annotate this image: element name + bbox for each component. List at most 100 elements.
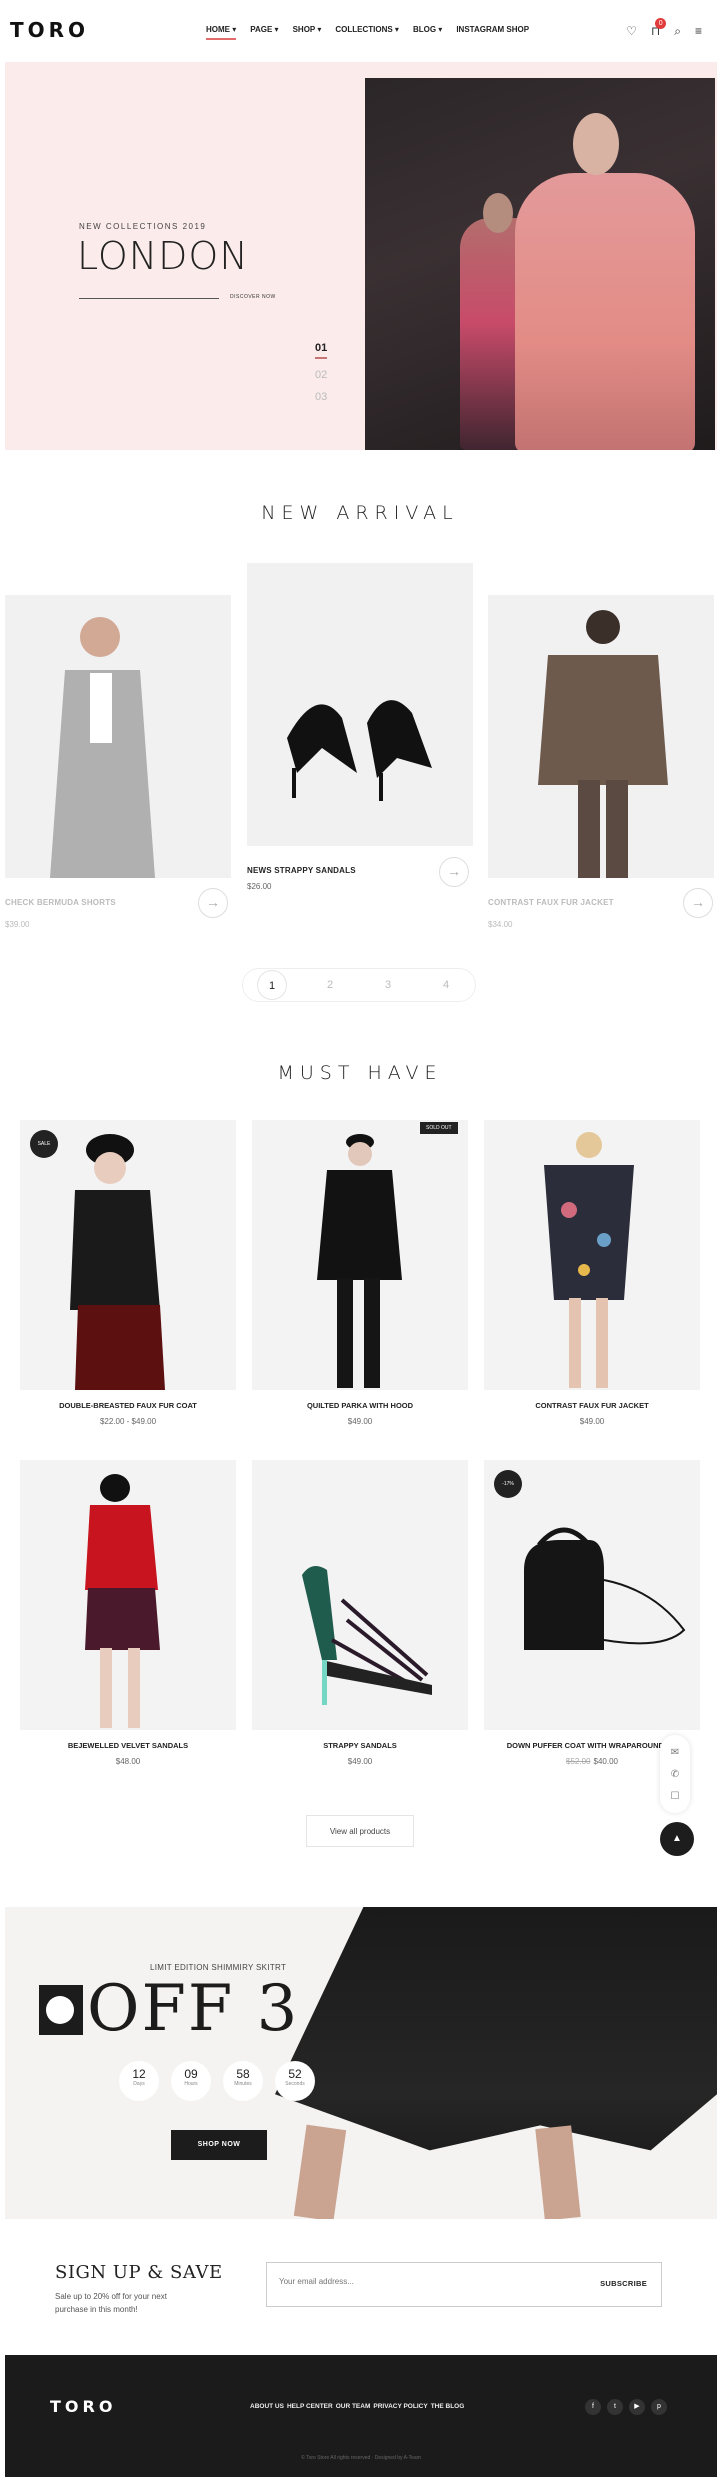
new-arrival-title: NEW ARRIVAL xyxy=(261,502,459,524)
footer-link-blog[interactable]: THE BLOG xyxy=(431,2403,465,2410)
arrow-right-icon[interactable]: → xyxy=(683,888,713,918)
product-image[interactable] xyxy=(488,595,714,878)
social-links: f t ▶ p xyxy=(585,2399,667,2415)
phone-icon[interactable]: ✆ xyxy=(671,1769,679,1780)
newsletter-form: SUBSCRIBE xyxy=(266,2262,662,2307)
product-name[interactable]: CONTRAST FAUX FUR JACKET xyxy=(484,1401,700,1410)
discount-badge: -17% xyxy=(494,1470,522,1498)
product-image[interactable] xyxy=(252,1120,468,1390)
arrow-right-icon[interactable]: → xyxy=(439,857,469,887)
cart-count-badge: 0 xyxy=(655,18,667,29)
page-3[interactable]: 3 xyxy=(373,970,403,1000)
menu-icon[interactable]: ≡ xyxy=(695,24,702,39)
footer-links: ABOUT US HELP CENTER OUR TEAM PRIVACY PO… xyxy=(250,2403,464,2410)
nav-instagram-shop[interactable]: INSTAGRAM SHOP xyxy=(456,25,529,40)
slide-indicator-2[interactable]: 02 xyxy=(315,369,327,381)
old-price: $52.00 xyxy=(566,1757,591,1766)
product-name[interactable]: DOUBLE-BREASTED FAUX FUR COAT xyxy=(20,1401,236,1410)
page-1[interactable]: 1 xyxy=(257,970,287,1000)
nav-page[interactable]: PAGE ▾ xyxy=(250,25,278,40)
product-price: $26.00 xyxy=(247,882,272,891)
back-to-top-button[interactable]: ▲ xyxy=(660,1822,694,1856)
hero-subtitle: NEW COLLECTIONS 2019 xyxy=(79,222,207,231)
sale-badge: SALE xyxy=(30,1130,58,1158)
skirt-image xyxy=(275,1907,717,2151)
product-price: $49.00 xyxy=(347,1757,373,1766)
facebook-icon[interactable]: f xyxy=(585,2399,601,2415)
carousel-pagination: 1 2 3 4 xyxy=(242,968,476,1002)
footer-logo[interactable]: TORO xyxy=(50,2397,116,2416)
footer-link-about[interactable]: ABOUT US xyxy=(250,2403,284,2410)
product-image[interactable] xyxy=(20,1120,236,1390)
site-header: TORO HOME ▾ PAGE ▾ SHOP ▾ COLLECTIONS ▾ … xyxy=(0,0,720,62)
model-figure xyxy=(515,173,695,450)
product-name[interactable]: QUILTED PARKA WITH HOOD xyxy=(252,1401,468,1410)
sale-price: $40.00 xyxy=(593,1757,618,1766)
hero-slider: NEW COLLECTIONS 2019 LONDON DISCOVER NOW… xyxy=(5,62,717,450)
wishlist-icon[interactable]: ♡ xyxy=(626,24,637,39)
nav-blog[interactable]: BLOG ▾ xyxy=(413,25,442,40)
pinterest-icon[interactable]: p xyxy=(651,2399,667,2415)
signup-text: Sale up to 20% off for your next purchas… xyxy=(55,2292,167,2314)
search-icon[interactable]: ⌕ xyxy=(674,24,681,39)
must-have-title: MUST HAVE xyxy=(277,1062,443,1084)
discover-now-link[interactable]: DISCOVER NOW xyxy=(230,294,276,300)
promo-banner: LIMIT EDITION SHIMMIRY SKITRT OFF 3 12 Da… xyxy=(5,1907,717,2219)
product-price: $34.00 xyxy=(488,920,513,929)
product-image[interactable] xyxy=(20,1460,236,1730)
footer-link-privacy[interactable]: PRIVACY POLICY xyxy=(373,2403,427,2410)
product-price: $39.00 xyxy=(5,920,30,929)
page-4[interactable]: 4 xyxy=(431,970,461,1000)
shop-now-button[interactable]: SHOP NOW xyxy=(171,2130,267,2160)
product-price: $49.00 xyxy=(347,1417,373,1426)
hero-divider xyxy=(79,298,219,299)
footer-link-help[interactable]: HELP CENTER xyxy=(287,2403,333,2410)
promo-subtitle: LIMIT EDITION SHIMMIRY SKITRT xyxy=(150,1963,287,1972)
product-image[interactable] xyxy=(5,595,231,878)
header-actions: ♡ ⊓ 0 ⌕ ≡ xyxy=(626,18,702,39)
countdown-days: 12 Days xyxy=(119,2061,159,2101)
countdown-hours: 09 Hours xyxy=(171,2061,211,2101)
product-name[interactable]: NEWS STRAPPY SANDALS xyxy=(247,866,356,875)
nav-collections[interactable]: COLLECTIONS ▾ xyxy=(335,25,399,40)
mail-icon[interactable]: ☐ xyxy=(671,1791,680,1802)
product-image[interactable] xyxy=(252,1460,468,1730)
slide-indicators: 01 02 03 xyxy=(315,342,328,413)
copyright: © Toro Store All rights reserved · Desig… xyxy=(301,2455,421,2461)
floating-contact-panel: ✉ ✆ ☐ xyxy=(660,1735,690,1813)
chevron-up-icon: ▲ xyxy=(672,1833,682,1844)
site-logo[interactable]: TORO xyxy=(10,18,89,42)
arrow-right-icon[interactable]: → xyxy=(198,888,228,918)
countdown-minutes: 58 Minutes xyxy=(223,2061,263,2101)
hero-title: LONDON xyxy=(77,234,249,278)
product-image[interactable] xyxy=(247,563,473,846)
product-price: $48.00 xyxy=(115,1757,141,1766)
view-all-products-button[interactable]: View all products xyxy=(306,1815,414,1847)
sold-out-badge: SOLD OUT xyxy=(420,1122,458,1134)
hero-image xyxy=(365,78,715,450)
youtube-icon[interactable]: ▶ xyxy=(629,2399,645,2415)
nav-shop[interactable]: SHOP ▾ xyxy=(293,25,322,40)
product-price: $49.00 xyxy=(579,1417,605,1426)
product-name[interactable]: BEJEWELLED VELVET SANDALS xyxy=(20,1741,236,1750)
nav-home[interactable]: HOME ▾ xyxy=(206,25,237,40)
chat-icon[interactable]: ✉ xyxy=(671,1747,679,1758)
slide-indicator-3[interactable]: 03 xyxy=(315,391,327,403)
email-field[interactable] xyxy=(279,2277,529,2286)
slide-indicator-1[interactable]: 01 xyxy=(315,342,328,359)
twitter-icon[interactable]: t xyxy=(607,2399,623,2415)
signup-title: SIGN UP & SAVE xyxy=(55,2262,223,2283)
product-name[interactable]: STRAPPY SANDALS xyxy=(252,1741,468,1750)
page-2[interactable]: 2 xyxy=(315,970,345,1000)
product-image[interactable] xyxy=(484,1460,700,1730)
promo-headline: OFF 3 xyxy=(87,1972,300,2046)
product-name[interactable]: CONTRAST FAUX FUR JACKET xyxy=(488,898,614,907)
product-name[interactable]: CHECK BERMUDA SHORTS xyxy=(5,898,116,907)
site-footer: TORO ABOUT US HELP CENTER OUR TEAM PRIVA… xyxy=(5,2355,717,2477)
cart-icon[interactable]: ⊓ 0 xyxy=(651,18,667,39)
footer-link-team[interactable]: OUR TEAM xyxy=(336,2403,371,2410)
subscribe-button[interactable]: SUBSCRIBE xyxy=(600,2279,647,2288)
countdown-seconds: 52 Seconds xyxy=(275,2061,315,2101)
product-image[interactable] xyxy=(484,1120,700,1390)
main-nav: HOME ▾ PAGE ▾ SHOP ▾ COLLECTIONS ▾ BLOG … xyxy=(206,25,529,40)
